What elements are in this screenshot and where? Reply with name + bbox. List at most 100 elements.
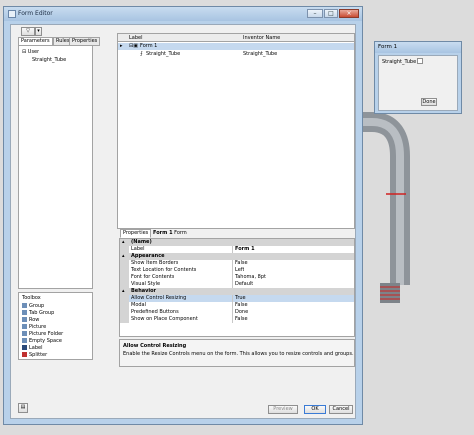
column-divider[interactable] bbox=[232, 316, 233, 323]
property-value[interactable]: Tahoma, 8pt bbox=[235, 274, 266, 280]
property-name: Predefined Buttons bbox=[131, 309, 179, 315]
grid-row-straight-tube[interactable]: ⨍ Straight_Tube Straight_Tube bbox=[118, 51, 354, 58]
label-grid: Label Inventor Name ▸ ⊟▣ Form 1 ⨍ Straig… bbox=[117, 33, 355, 229]
help-title: Allow Control Resizing bbox=[123, 343, 187, 349]
collapse-icon[interactable]: ▴ bbox=[122, 288, 125, 294]
toolbox-item-splitter[interactable]: Splitter bbox=[22, 352, 47, 360]
tree-node-straight-tube[interactable]: Straight_Tube bbox=[32, 57, 66, 63]
cancel-button[interactable]: Cancel bbox=[329, 405, 353, 414]
form1-title-bar[interactable]: Form 1 bbox=[375, 42, 461, 53]
form-editor-window: Form Editor – □ × ▽ ▾ Parameters Rules P… bbox=[3, 6, 363, 425]
column-divider[interactable] bbox=[232, 246, 233, 253]
property-row[interactable]: Label Form 1 bbox=[120, 246, 354, 253]
document-icon: ▤ bbox=[20, 404, 26, 410]
section-title: Behavior bbox=[131, 288, 157, 294]
row-gutter bbox=[120, 316, 129, 323]
property-row[interactable]: Visual Style Default bbox=[120, 281, 354, 288]
ok-button[interactable]: OK bbox=[304, 405, 326, 414]
form1-preview-window: Form 1 Straight_Tube Done bbox=[374, 41, 462, 114]
minimize-button[interactable]: – bbox=[307, 9, 323, 18]
collapse-icon[interactable]: ▴ bbox=[122, 239, 125, 245]
editor-client-area: ▽ ▾ Parameters Rules Properties ⊟ User S… bbox=[10, 24, 356, 419]
column-divider[interactable] bbox=[232, 295, 233, 302]
expand-icon[interactable]: ⊟ bbox=[22, 49, 26, 55]
row-gutter bbox=[120, 267, 129, 274]
parameter-icon: ⨍ bbox=[140, 51, 143, 57]
property-name: Show on Place Component bbox=[131, 316, 198, 322]
property-row[interactable]: Text Location for Contents Left bbox=[120, 267, 354, 274]
property-row[interactable]: Predefined Buttons Done bbox=[120, 309, 354, 316]
close-button[interactable]: × bbox=[339, 9, 359, 18]
window-title: Form Editor bbox=[18, 10, 53, 17]
row-gutter bbox=[120, 281, 129, 288]
column-divider[interactable] bbox=[232, 309, 233, 316]
form1-field-label: Straight_Tube bbox=[382, 59, 417, 65]
property-section[interactable]: ▴ Appearance bbox=[120, 253, 354, 260]
property-name: Modal bbox=[131, 302, 146, 308]
tube-thread bbox=[380, 283, 400, 303]
tab-properties-panel[interactable]: Properties bbox=[120, 229, 152, 238]
property-value[interactable]: False bbox=[235, 302, 248, 308]
property-row[interactable]: Font for Contents Tahoma, 8pt bbox=[120, 274, 354, 281]
row-gutter bbox=[120, 309, 129, 316]
filter-icon: ▽ bbox=[26, 28, 30, 34]
property-name: Visual Style bbox=[131, 281, 161, 287]
property-row[interactable]: Modal False bbox=[120, 302, 354, 309]
grid-header: Label Inventor Name bbox=[118, 34, 354, 42]
property-name: Allow Control Resizing bbox=[131, 295, 187, 301]
tab-group-icon bbox=[22, 310, 27, 315]
property-section[interactable]: ▴ (Name) bbox=[120, 239, 354, 246]
splitter-icon bbox=[22, 352, 27, 357]
column-divider[interactable] bbox=[232, 267, 233, 274]
row-gutter bbox=[120, 274, 129, 281]
property-value[interactable]: False bbox=[235, 316, 248, 322]
selected-object-name: Form 1 Form bbox=[153, 230, 187, 236]
property-name: Show Item Borders bbox=[131, 260, 179, 266]
property-value[interactable]: True bbox=[235, 295, 246, 301]
form1-title: Form 1 bbox=[378, 44, 398, 50]
property-value[interactable]: Default bbox=[235, 281, 253, 287]
picture-folder-icon bbox=[22, 331, 27, 336]
chevron-down-icon: ▾ bbox=[37, 28, 40, 34]
property-row[interactable]: Allow Control Resizing True bbox=[120, 295, 354, 302]
form1-field-input[interactable] bbox=[417, 58, 423, 64]
section-title: Appearance bbox=[131, 253, 165, 259]
group-icon bbox=[22, 303, 27, 308]
grid-cell-label[interactable]: Straight_Tube bbox=[146, 51, 180, 57]
toolbox-panel: Toolbox Group Tab Group Row Picture Pict… bbox=[18, 292, 93, 360]
property-value[interactable]: False bbox=[235, 260, 248, 266]
property-grid: ▴ (Name) Label Form 1 ▴ Appearance Show Item B… bbox=[119, 238, 355, 337]
title-bar[interactable]: Form Editor – □ × bbox=[4, 7, 362, 21]
column-header-inventor-name[interactable]: Inventor Name bbox=[243, 35, 280, 41]
property-row[interactable]: Show on Place Component False bbox=[120, 316, 354, 323]
column-header-label[interactable]: Label bbox=[129, 35, 143, 41]
column-divider[interactable] bbox=[232, 281, 233, 288]
filter-button[interactable]: ▽ bbox=[21, 27, 35, 36]
property-row[interactable]: Show Item Borders False bbox=[120, 260, 354, 267]
grid-row-form[interactable]: ▸ ⊟▣ Form 1 bbox=[118, 43, 354, 50]
tree-node-user[interactable]: ⊟ User bbox=[22, 49, 39, 55]
column-divider[interactable] bbox=[232, 302, 233, 309]
form-node-icon[interactable]: ⊟▣ bbox=[129, 43, 138, 49]
label-icon bbox=[22, 345, 27, 350]
property-value[interactable]: Form 1 bbox=[235, 246, 255, 252]
grid-cell-label[interactable]: Form 1 bbox=[140, 43, 157, 49]
column-divider[interactable] bbox=[232, 274, 233, 281]
current-row-marker: ▸ bbox=[120, 43, 123, 49]
form1-done-button[interactable]: Done bbox=[421, 98, 437, 106]
help-box: Allow Control Resizing Enable the Resize… bbox=[119, 339, 355, 367]
parameter-tree: ⊟ User Straight_Tube bbox=[18, 45, 93, 289]
collapse-icon[interactable]: ▴ bbox=[122, 253, 125, 259]
filter-dropdown-button[interactable]: ▾ bbox=[35, 27, 42, 36]
preview-button[interactable]: Preview bbox=[268, 405, 298, 414]
property-value[interactable]: Left bbox=[235, 267, 244, 273]
property-name: Label bbox=[131, 246, 145, 252]
property-value[interactable]: Done bbox=[235, 309, 248, 315]
maximize-button[interactable]: □ bbox=[324, 9, 338, 18]
property-section[interactable]: ▴ Behavior bbox=[120, 288, 354, 295]
settings-button[interactable]: ▤ bbox=[18, 403, 28, 413]
column-divider[interactable] bbox=[232, 260, 233, 267]
row-gutter bbox=[120, 260, 129, 267]
grid-cell-name[interactable]: Straight_Tube bbox=[243, 51, 277, 57]
app-icon bbox=[8, 10, 16, 18]
